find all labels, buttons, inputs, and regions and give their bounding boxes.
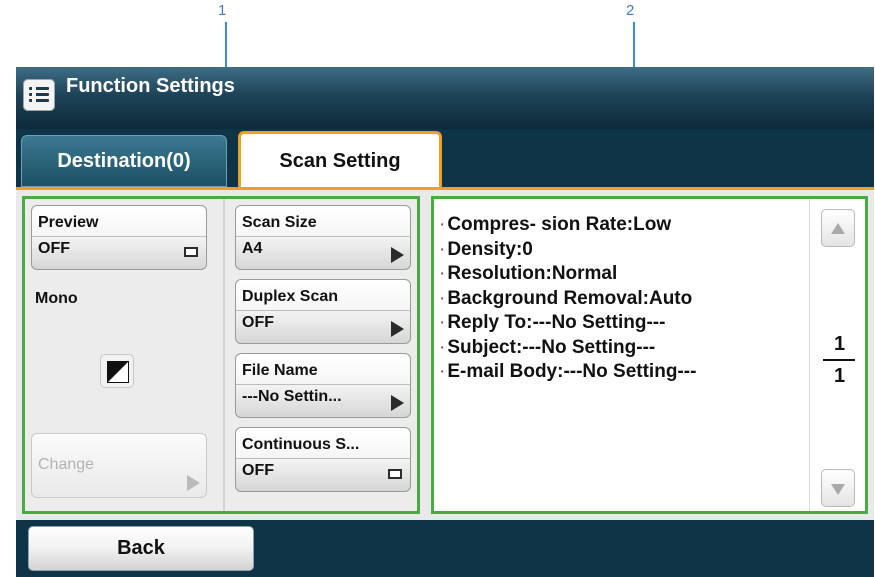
file-name-value: ---No Settin... bbox=[242, 388, 342, 405]
change-label: Change bbox=[38, 456, 95, 473]
settings-summary-panel: · Compres- sion Rate:Low · Density:0 · Reso… bbox=[431, 196, 868, 514]
list-item: · Reply To:---No Setting--- bbox=[439, 312, 666, 333]
list-item: · Background Removal:Auto bbox=[439, 287, 693, 309]
settings-list: · Compres- sion Rate:Low · Density:0 · Reso… bbox=[439, 213, 809, 385]
device-screen: Function Settings Destination(0) Scan Se… bbox=[16, 67, 874, 577]
color-mode-label: Mono bbox=[35, 290, 78, 307]
list-icon[interactable] bbox=[23, 79, 55, 111]
continuous-scan-button[interactable]: Continuous S... OFF bbox=[235, 427, 411, 492]
page: 1 2 Function Settings Destination(0) Sca… bbox=[0, 0, 875, 577]
file-name-label: File Name bbox=[242, 362, 318, 379]
duplex-scan-label: Duplex Scan bbox=[242, 288, 339, 305]
arrow-right-icon bbox=[187, 475, 200, 491]
page-current: 1 bbox=[833, 333, 846, 355]
scan-settings-panel: Preview OFF Mono Change Scan Size A4 Dup… bbox=[22, 196, 420, 514]
scan-size-value: A4 bbox=[242, 240, 263, 257]
screen-title: Function Settings bbox=[66, 75, 235, 97]
page-fraction-line bbox=[823, 359, 855, 361]
file-name-button[interactable]: File Name ---No Settin... bbox=[235, 353, 411, 418]
scroll-column: 1 1 bbox=[809, 199, 868, 511]
triangle-down-icon bbox=[831, 484, 845, 495]
arrow-right-icon bbox=[391, 395, 404, 411]
list-item: · Compres- sion Rate:Low bbox=[439, 214, 672, 235]
tab-destination[interactable]: Destination(0) bbox=[21, 135, 227, 187]
arrow-right-icon bbox=[391, 247, 404, 263]
duplex-scan-button[interactable]: Duplex Scan OFF bbox=[235, 279, 411, 344]
tab-scan-setting[interactable]: Scan Setting bbox=[238, 131, 442, 189]
duplex-scan-value: OFF bbox=[242, 314, 274, 331]
panel-divider bbox=[223, 199, 225, 511]
scan-size-button[interactable]: Scan Size A4 bbox=[235, 205, 411, 270]
arrow-right-icon bbox=[391, 321, 404, 337]
change-button[interactable]: Change bbox=[31, 433, 207, 498]
callout-number-1: 1 bbox=[218, 2, 227, 19]
list-item: · E-mail Body:---No Setting--- bbox=[439, 361, 697, 382]
continuous-scan-label: Continuous S... bbox=[242, 436, 360, 453]
list-item: · Resolution:Normal bbox=[439, 263, 618, 284]
preview-label: Preview bbox=[38, 214, 99, 231]
checkbox-icon bbox=[388, 469, 402, 479]
checkbox-icon bbox=[184, 247, 198, 257]
bottom-bar: Back bbox=[16, 520, 874, 577]
tab-strip: Destination(0) Scan Setting bbox=[16, 129, 874, 189]
preview-value: OFF bbox=[38, 240, 70, 257]
list-item: · Density:0 bbox=[439, 238, 533, 260]
callout-number-2: 2 bbox=[626, 2, 635, 19]
scan-size-label: Scan Size bbox=[242, 214, 317, 231]
page-total: 1 bbox=[833, 365, 846, 387]
scroll-up-button[interactable] bbox=[821, 209, 855, 247]
title-bar: Function Settings bbox=[16, 67, 874, 129]
list-item: · Subject:---No Setting--- bbox=[439, 336, 656, 358]
content-area: Preview OFF Mono Change Scan Size A4 Dup… bbox=[16, 190, 874, 520]
back-button[interactable]: Back bbox=[28, 526, 254, 571]
triangle-up-icon bbox=[831, 223, 845, 234]
scroll-down-button[interactable] bbox=[821, 469, 855, 507]
preview-button[interactable]: Preview OFF bbox=[31, 205, 207, 270]
mono-color-icon[interactable] bbox=[100, 354, 134, 388]
continuous-scan-value: OFF bbox=[242, 462, 274, 479]
